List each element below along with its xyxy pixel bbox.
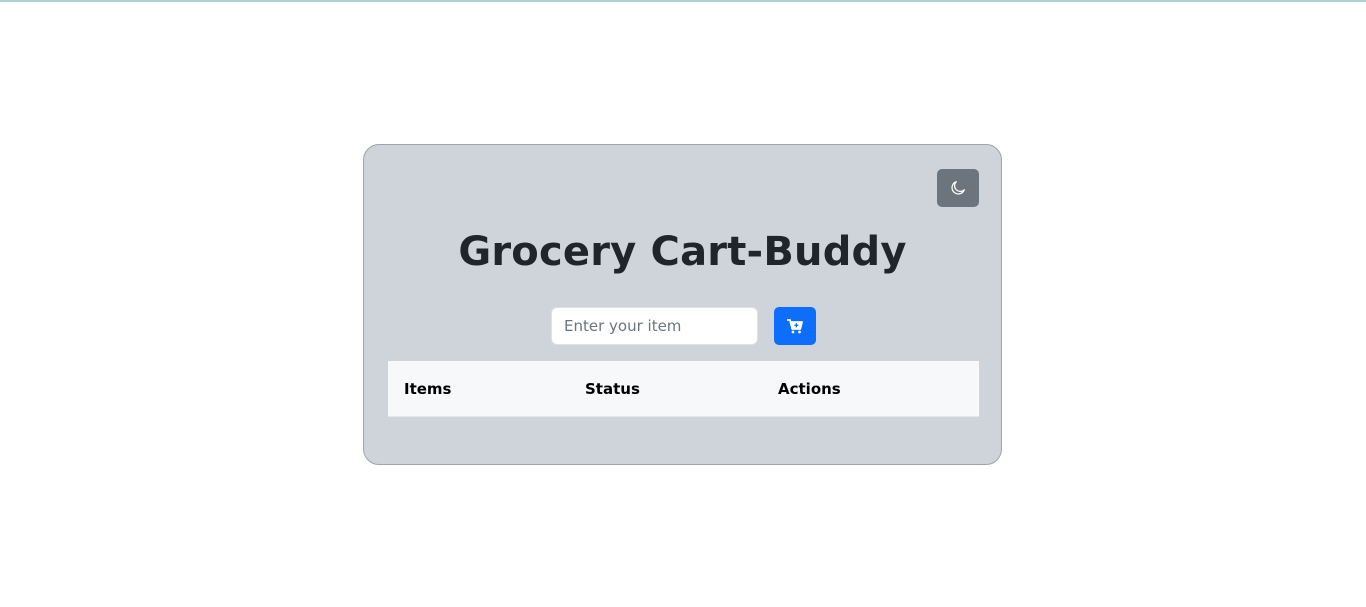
theme-toggle-button[interactable] xyxy=(937,169,979,207)
add-to-cart-button[interactable] xyxy=(774,307,816,345)
cart-plus-icon xyxy=(787,318,803,334)
top-border-line xyxy=(0,0,1366,2)
moon-icon xyxy=(951,181,965,195)
page-title: Grocery Cart-Buddy xyxy=(458,229,907,275)
item-input[interactable] xyxy=(551,307,758,345)
column-header-status: Status xyxy=(585,380,640,398)
column-header-items: Items xyxy=(404,380,452,398)
grocery-table: Items Status Actions xyxy=(388,361,979,417)
app-card: Grocery Cart-Buddy Items Status Actions xyxy=(363,144,1002,465)
column-header-actions: Actions xyxy=(778,380,841,398)
